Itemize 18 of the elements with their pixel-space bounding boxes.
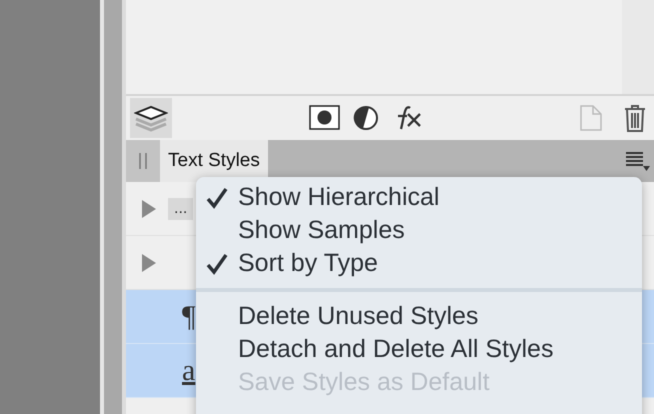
expand-icon[interactable] xyxy=(142,254,156,272)
menu-item[interactable]: Show Samples xyxy=(196,214,642,247)
menu-item[interactable]: Detach and Delete All Styles xyxy=(196,333,642,366)
trash-icon[interactable] xyxy=(624,104,646,132)
expand-icon[interactable] xyxy=(142,200,156,218)
menu-item[interactable]: Sort by Type xyxy=(196,247,642,280)
scrollbar[interactable] xyxy=(622,0,654,94)
adjustment-icon[interactable] xyxy=(353,105,379,131)
drag-handle-icon[interactable] xyxy=(138,153,148,169)
panel-tab[interactable]: Text Styles xyxy=(160,140,268,182)
menu-item[interactable]: Show Hierarchical xyxy=(196,181,642,214)
style-sample: ... xyxy=(168,198,194,220)
style-sample: ¶ xyxy=(181,300,196,334)
layers-button[interactable] xyxy=(130,98,172,138)
style-sample: a xyxy=(181,354,196,388)
menu-item[interactable]: Delete Unused Styles xyxy=(196,300,642,333)
mask-icon[interactable] xyxy=(309,105,341,131)
menu-icon[interactable] xyxy=(624,150,650,172)
